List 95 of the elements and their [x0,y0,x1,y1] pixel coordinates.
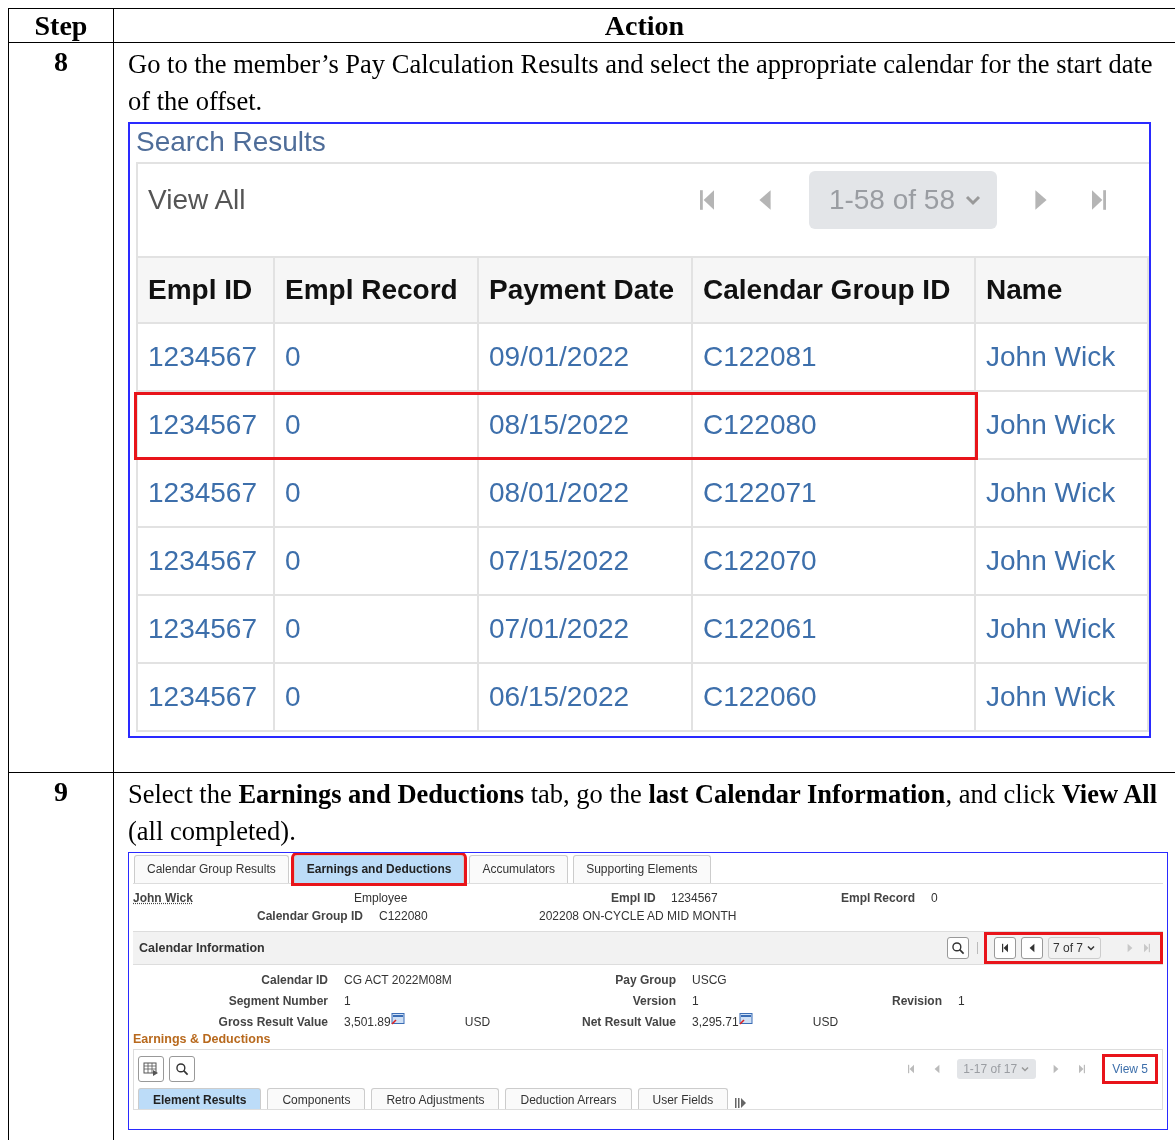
table-cell[interactable]: C122071 [693,460,976,528]
table-cell[interactable]: C122080 [693,392,976,460]
tab[interactable]: Earnings and Deductions [293,855,465,883]
tab[interactable]: Deduction Arrears [505,1088,632,1109]
table-cell[interactable]: C122070 [693,528,976,596]
table-cell[interactable]: 1234567 [138,528,275,596]
field-label: Empl Record [840,891,916,905]
view-link[interactable]: View 5 [1102,1054,1158,1084]
calendar-pager[interactable]: 7 of 7 [985,934,1161,962]
table-cell[interactable]: 1234567 [138,324,275,392]
table-cell[interactable]: 09/01/2022 [479,324,693,392]
field-value: 3,295.71 [692,1014,739,1029]
instruction-text: Select the Earnings and Deductions tab, go the last Calendar Information, and click View All (all completed). [128,778,1159,848]
field-value: C122080 [379,909,429,923]
field-label: Version [631,993,677,1008]
tab[interactable]: Retro Adjustments [371,1088,500,1109]
tab[interactable]: User Fields [637,1088,729,1109]
field-label: Calendar Group ID [256,909,364,923]
tab[interactable]: Accumulators [469,855,569,883]
field-value: Employee [354,891,409,905]
step-number: 8 [9,43,114,773]
field-label: Calendar ID [260,972,329,987]
previous-button[interactable] [1020,937,1043,959]
field-label: Revision [891,993,943,1008]
field-value: CG ACT 2022M08M [344,972,452,987]
column-header: Calendar Group ID [693,258,976,324]
table-cell[interactable]: C122060 [693,664,976,732]
table-cell[interactable]: 0 [275,392,479,460]
table-cell[interactable]: 0 [275,324,479,392]
field-value: 0 [931,891,939,905]
field-value: 1234567 [671,891,719,905]
table-cell[interactable]: 1234567 [138,664,275,732]
step-number: 9 [9,773,114,1140]
table-cell[interactable]: 0 [275,460,479,528]
field-label: Gross Result Value [217,1014,329,1029]
table-cell[interactable]: 0 [275,596,479,664]
tab[interactable]: Calendar Group Results [134,855,289,883]
field-value: 1 [958,993,965,1008]
table-cell[interactable]: John Wick [976,664,1149,732]
instruction-text: Go to the member’s Pay Calculation Results and select the appropriate calendar for the start date of the offset. [128,48,1154,118]
calculator-icon[interactable] [390,1012,405,1025]
table-cell[interactable]: 1234567 [138,392,275,460]
column-header: Empl Record [275,258,479,324]
tab[interactable]: Components [267,1088,366,1109]
field-value: USD [812,1014,839,1029]
more-tabs-icon[interactable] [734,1097,749,1109]
table-cell[interactable]: 1234567 [138,596,275,664]
tab[interactable]: Element Results [138,1088,262,1109]
search-icon [950,941,965,955]
download-button[interactable] [138,1056,164,1082]
field-label: Segment Number [227,993,329,1008]
search-button[interactable] [169,1056,195,1082]
field-label: Empl ID [611,891,657,905]
column-header: Step [9,9,114,43]
table-cell[interactable]: John Wick [976,528,1149,596]
column-header: Name [976,258,1149,324]
field-value: 1 [344,993,351,1008]
view-all-link[interactable]: View All [148,184,246,216]
table-cell[interactable]: C122061 [693,596,976,664]
calculator-icon[interactable] [738,1012,753,1025]
field-label: Pay Group [614,972,677,987]
table-cell[interactable]: John Wick [976,324,1149,392]
panel-title: Search Results [136,124,1149,164]
table-cell[interactable]: John Wick [976,596,1149,664]
table-cell[interactable]: John Wick [976,460,1149,528]
field-value: 1 [692,993,699,1008]
search-icon [175,1062,189,1076]
table-cell[interactable]: 1234567 [138,460,275,528]
section-title: Calendar Information [139,941,265,955]
spreadsheet-icon [143,1062,159,1076]
column-header: Payment Date [479,258,693,324]
section-title: Earnings & Deductions [133,1032,272,1046]
column-header: Empl ID [138,258,275,324]
chevron-icon [1020,1064,1031,1074]
field-value: USCG [692,972,727,987]
table-cell[interactable]: 07/01/2022 [479,596,693,664]
table-cell[interactable]: 08/15/2022 [479,392,693,460]
table-cell[interactable]: 0 [275,664,479,732]
field-value: 3,501.89 [344,1014,391,1029]
field-label: Net Result Value [580,1014,677,1029]
employee-name-link[interactable]: John Wick [133,891,354,905]
table-cell[interactable]: 0 [275,528,479,596]
column-header: Action [114,9,1175,43]
table-cell[interactable]: 08/01/2022 [479,460,693,528]
first-page-button[interactable] [993,937,1016,959]
table-cell[interactable]: C122081 [693,324,976,392]
field-value: USD [464,1014,491,1029]
table-cell[interactable]: John Wick [976,392,1149,460]
field-value: 202208 ON-CYCLE AD MID MONTH [539,909,738,923]
chevron-icon [1086,943,1096,953]
table-cell[interactable]: 07/15/2022 [479,528,693,596]
page-dropdown[interactable]: 7 of 7 [1047,937,1101,959]
search-button[interactable] [946,937,969,959]
tab[interactable]: Supporting Elements [573,855,711,883]
table-cell[interactable]: 06/15/2022 [479,664,693,732]
